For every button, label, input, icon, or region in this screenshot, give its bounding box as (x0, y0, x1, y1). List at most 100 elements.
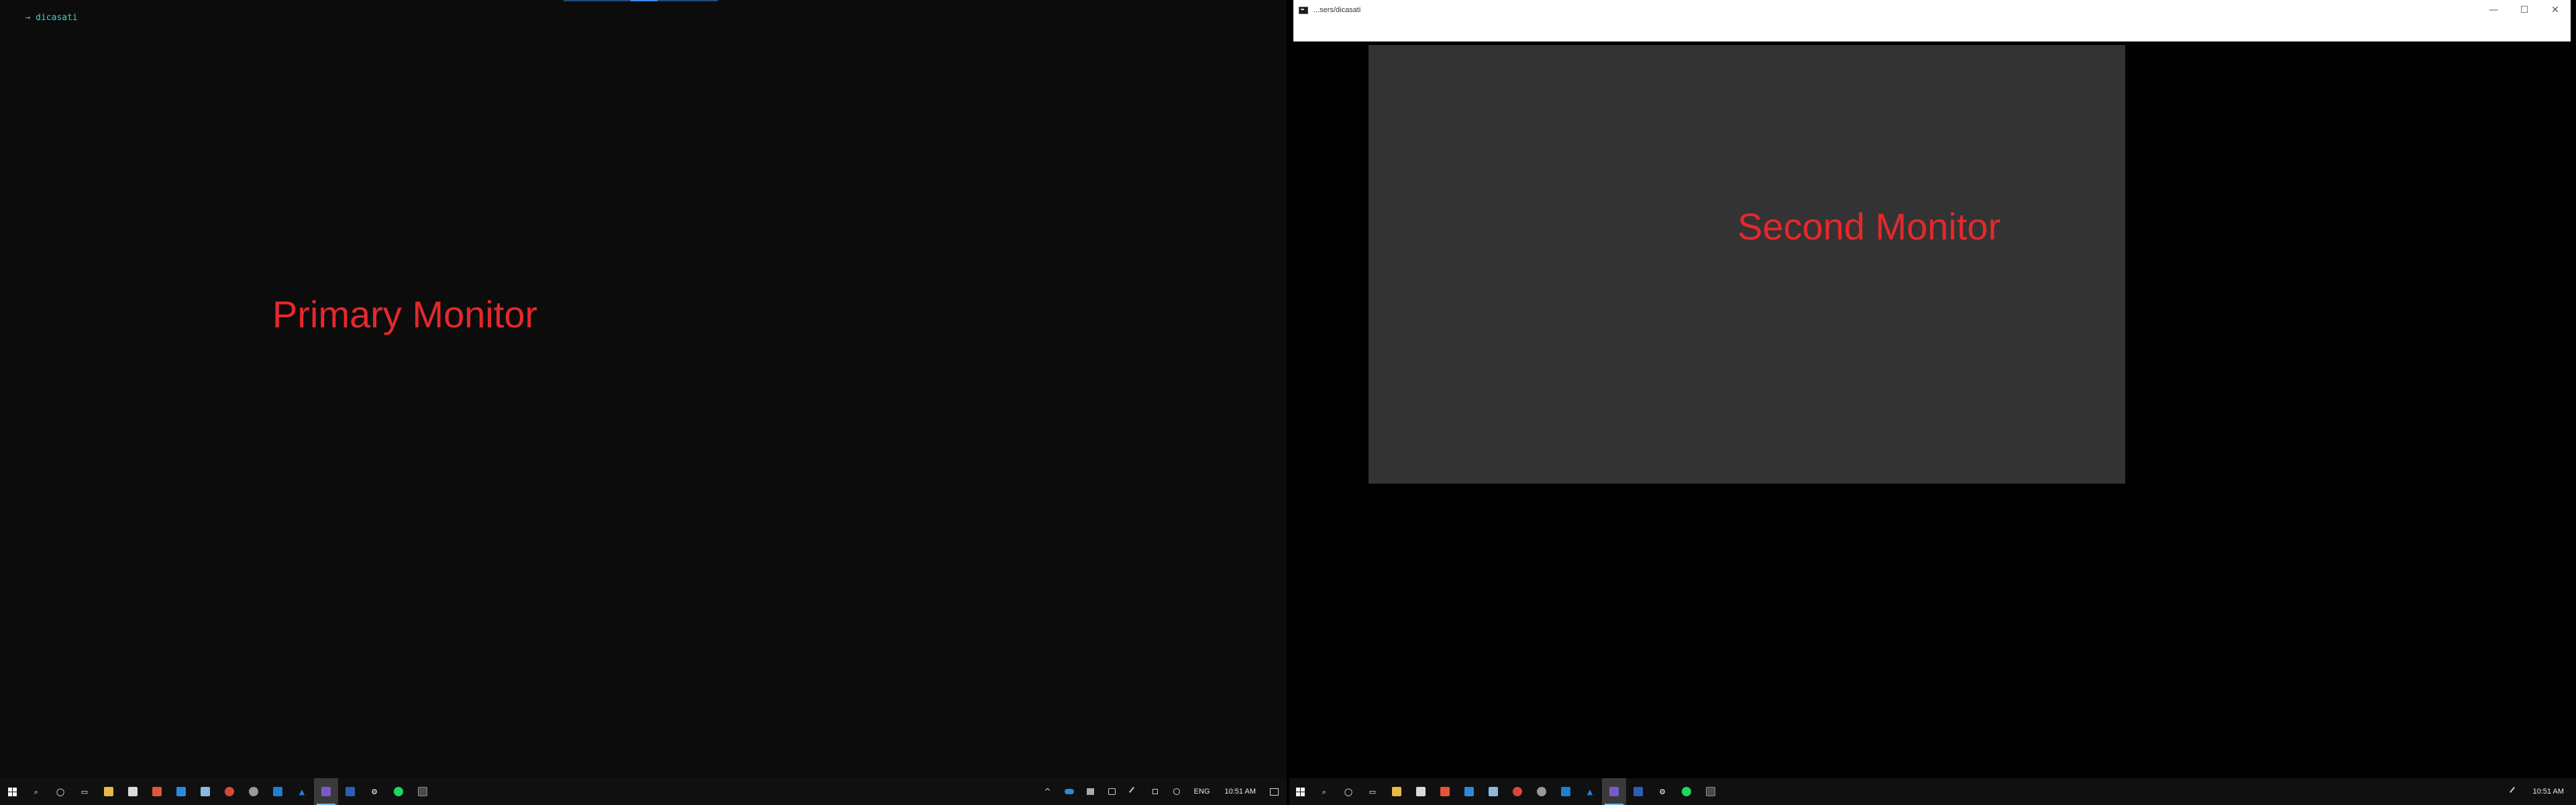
system-tray: ^ ENG 10:51 AM (1037, 778, 1288, 805)
terminal-icon (1706, 787, 1715, 796)
notification-icon (1269, 788, 1279, 796)
prompt-text: dicasati (36, 13, 78, 23)
task-view-icon: ▭ (1368, 787, 1377, 796)
app-gray-button-2[interactable] (1529, 778, 1554, 805)
close-icon: ✕ (2551, 5, 2559, 15)
spotify-icon (394, 787, 403, 796)
file-explorer-button[interactable] (97, 778, 121, 805)
azure-icon: ▲ (299, 787, 305, 796)
cortana-icon: ◯ (1344, 787, 1353, 796)
system-tray-2: 10:51 AM (2504, 778, 2576, 805)
maximize-button[interactable]: ☐ (2509, 0, 2540, 20)
cortana-button-2[interactable]: ◯ (1336, 778, 1360, 805)
chrome-button[interactable] (217, 778, 241, 805)
task-view-icon: ▭ (80, 787, 89, 796)
app-lightblue-button-2[interactable] (1481, 778, 1505, 805)
settings-icon: ⚙ (371, 787, 378, 796)
start-button[interactable] (0, 778, 24, 805)
azure-button-2[interactable]: ▲ (1578, 778, 1602, 805)
maximize-icon: ☐ (2520, 5, 2529, 15)
task-view-button[interactable]: ▭ (72, 778, 97, 805)
minimize-button[interactable]: — (2478, 0, 2509, 20)
close-button[interactable]: ✕ (2540, 0, 2571, 20)
primary-monitor-label: Primary Monitor (272, 293, 538, 335)
tab-indicator (564, 0, 718, 1)
app-red-button[interactable] (145, 778, 169, 805)
search-button[interactable]: ⌕ (24, 778, 48, 805)
network-app-icon[interactable] (1080, 778, 1102, 805)
app-blue-button-2[interactable] (1457, 778, 1481, 805)
window-titlebar[interactable]: ...sers/dicasati — ☐ ✕ (1293, 0, 2571, 42)
window-title: ...sers/dicasati (1313, 6, 1361, 14)
app-lightblue-button[interactable] (193, 778, 217, 805)
chevron-up-icon: ^ (1044, 787, 1051, 796)
app-blue-icon (1464, 787, 1474, 796)
app-gray-button[interactable] (241, 778, 266, 805)
vscode-icon (273, 787, 282, 796)
volume-icon[interactable] (1144, 778, 1166, 805)
show-hidden-icons-button[interactable]: ^ (1037, 778, 1059, 805)
app-lightblue-icon (201, 787, 210, 796)
app-lightblue-icon (1489, 787, 1498, 796)
chrome-icon (1513, 787, 1522, 796)
cortana-button[interactable]: ◯ (48, 778, 72, 805)
file-explorer-button-2[interactable] (1385, 778, 1409, 805)
windows-logo-icon (7, 787, 17, 796)
app-gray-icon (249, 787, 258, 796)
vscode-button[interactable] (266, 778, 290, 805)
search-icon: ⌕ (34, 787, 39, 796)
store-icon (1416, 787, 1426, 796)
store-icon (128, 787, 138, 796)
file-explorer-icon (1392, 787, 1401, 796)
spotify-icon (1682, 787, 1691, 796)
pen-icon[interactable] (2504, 778, 2525, 805)
app-blue-icon (176, 787, 186, 796)
ink-workspace-icon[interactable] (1166, 778, 1187, 805)
primary-monitor: → dicasati Primary Monitor ⌕ ◯ ▭ ▲ ⚙ ^ E… (0, 0, 1288, 805)
spotify-button[interactable] (386, 778, 411, 805)
primary-taskbar: ⌕ ◯ ▭ ▲ ⚙ ^ ENG 10:51 AM (0, 778, 1288, 805)
search-icon: ⌕ (1322, 787, 1327, 796)
azure-button[interactable]: ▲ (290, 778, 314, 805)
prompt-arrow-icon: → (25, 13, 31, 23)
chrome-button-2[interactable] (1505, 778, 1529, 805)
app-red-button-2[interactable] (1433, 778, 1457, 805)
word-button-2[interactable] (1626, 778, 1650, 805)
terminal-icon (418, 787, 427, 796)
app-blue-button[interactable] (169, 778, 193, 805)
wifi-icon[interactable] (1102, 778, 1123, 805)
input-language-indicator[interactable]: ENG (1187, 788, 1217, 796)
terminal-button[interactable] (411, 778, 435, 805)
windows-logo-icon (1295, 787, 1305, 796)
app-red-icon (1440, 787, 1450, 796)
settings-button-2[interactable]: ⚙ (1650, 778, 1674, 805)
app-active-icon (321, 787, 331, 796)
pen-icon[interactable] (1123, 778, 1144, 805)
vscode-icon (1561, 787, 1570, 796)
window-controls: — ☐ ✕ (2478, 0, 2571, 20)
onedrive-icon[interactable] (1059, 778, 1080, 805)
search-button-2[interactable]: ⌕ (1312, 778, 1336, 805)
store-button-2[interactable] (1409, 778, 1433, 805)
store-button[interactable] (121, 778, 145, 805)
monitor-divider (1287, 0, 1289, 805)
content-pane (1368, 45, 2125, 484)
terminal-prompt[interactable]: → dicasati (4, 3, 78, 33)
action-center-button[interactable] (1264, 778, 1284, 805)
word-icon (345, 787, 355, 796)
second-monitor-label: Second Monitor (1737, 205, 2001, 248)
spotify-button-2[interactable] (1674, 778, 1699, 805)
terminal-button-2[interactable] (1699, 778, 1723, 805)
active-app-button[interactable] (314, 778, 338, 805)
task-view-button-2[interactable]: ▭ (1360, 778, 1385, 805)
terminal-app-icon (1299, 7, 1308, 14)
active-app-button-2[interactable] (1602, 778, 1626, 805)
vscode-button-2[interactable] (1554, 778, 1578, 805)
start-button-2[interactable] (1288, 778, 1312, 805)
tab-indicator-accent (631, 0, 657, 1)
settings-button[interactable]: ⚙ (362, 778, 386, 805)
word-button[interactable] (338, 778, 362, 805)
taskbar-clock-2[interactable]: 10:51 AM (2525, 788, 2572, 796)
taskbar-clock[interactable]: 10:51 AM (1217, 788, 1264, 796)
app-gray-icon (1537, 787, 1546, 796)
